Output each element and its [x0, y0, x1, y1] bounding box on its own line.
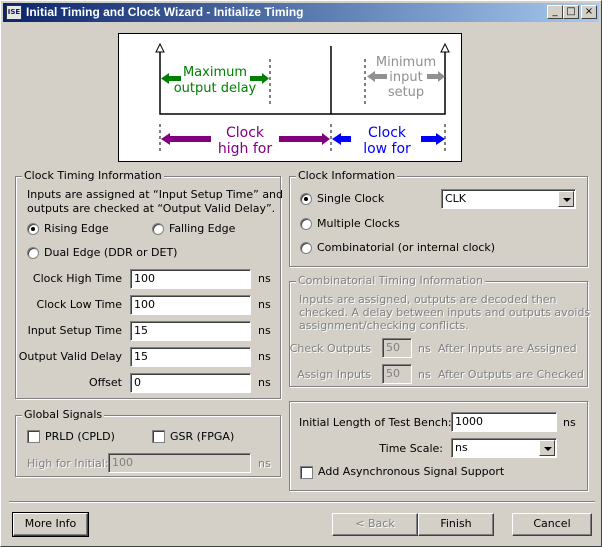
more-info-button[interactable]: More Info	[12, 512, 89, 537]
close-button[interactable]: ×	[581, 5, 597, 19]
min-input-setup-line1: Minimum	[376, 55, 436, 70]
time-scale-value: ns	[455, 441, 468, 454]
time-scale-label: Time Scale:	[379, 442, 443, 455]
timing-diagram-svg: Maximum output delay Minimum input setup…	[155, 42, 450, 157]
output-valid-delay-input[interactable]: 15	[130, 347, 251, 367]
back-button[interactable]: < Back	[332, 513, 418, 536]
rising-edge-marker-2	[440, 42, 450, 53]
app-icon: ISE	[6, 5, 22, 20]
clock-high-label-line2: high for	[218, 141, 272, 157]
clock-high-time-unit: ns	[258, 272, 271, 285]
input-setup-time-input[interactable]: 15	[130, 321, 251, 341]
prld-label[interactable]: PRLD (CPLD)	[45, 430, 115, 443]
clock-low-time-input[interactable]: 100	[130, 295, 251, 315]
rising-edge-label[interactable]: Rising Edge	[44, 222, 109, 235]
clock-low-label-line1: Clock	[368, 125, 407, 141]
multiple-clocks-label[interactable]: Multiple Clocks	[317, 217, 400, 230]
check-outputs-unit: ns	[418, 342, 431, 355]
maximize-icon: □	[566, 6, 576, 17]
comb-desc-line1: Inputs are assigned, outputs are decoded…	[299, 293, 557, 306]
clock-select-value: CLK	[445, 192, 467, 205]
offset-unit: ns	[258, 376, 271, 389]
minimize-button[interactable]: _	[547, 5, 563, 19]
test-bench-length-label: Initial Length of Test Bench:	[299, 416, 452, 429]
clock-timing-desc-line1: Inputs are assigned at “Input Setup Time…	[27, 188, 284, 201]
check-outputs-input[interactable]: 50	[382, 338, 412, 358]
cancel-button[interactable]: Cancel	[512, 513, 592, 536]
global-signals-group-label: Global Signals	[22, 408, 105, 421]
assign-inputs-label: Assign Inputs	[297, 368, 371, 381]
input-setup-time-label: Input Setup Time	[27, 324, 122, 337]
window-title: Initial Timing and Clock Wizard - Initia…	[26, 5, 304, 19]
high-for-initial-label: High for Initial:	[27, 457, 109, 470]
title-bar[interactable]: ISE Initial Timing and Clock Wizard - In…	[3, 3, 599, 22]
clock-high-label-line1: Clock	[226, 125, 265, 141]
chevron-down-icon[interactable]	[558, 191, 574, 207]
more-info-label: More Info	[24, 517, 77, 530]
single-clock-radio[interactable]	[300, 193, 312, 205]
waveform-high	[159, 46, 332, 115]
clock-high-time-input[interactable]: 100	[130, 269, 251, 289]
high-for-initial-input[interactable]: 100	[108, 453, 251, 473]
input-setup-time-unit: ns	[258, 324, 271, 337]
prld-checkbox[interactable]	[27, 430, 40, 443]
falling-edge-radio[interactable]	[152, 223, 164, 235]
clock-low-label-line2: low for	[363, 141, 411, 157]
single-clock-label[interactable]: Single Clock	[317, 192, 384, 205]
dual-edge-radio[interactable]	[27, 247, 39, 259]
clock-high-time-label: Clock High Time	[32, 272, 122, 285]
clock-low-time-label: Clock Low Time	[36, 298, 122, 311]
gsr-label[interactable]: GSR (FPGA)	[170, 430, 234, 443]
assign-inputs-input[interactable]: 50	[382, 364, 412, 384]
falling-edge-label[interactable]: Falling Edge	[169, 222, 235, 235]
check-outputs-after: After Inputs are Assigned	[438, 342, 577, 355]
offset-input[interactable]: 0	[130, 373, 251, 393]
clock-info-group-label: Clock Information	[296, 169, 398, 182]
max-output-delay-label-line1: Maximum	[183, 65, 247, 80]
wizard-window: ISE Initial Timing and Clock Wizard - In…	[0, 0, 602, 547]
check-outputs-label: Check Outputs	[289, 342, 371, 355]
max-output-delay-label-line2: output delay	[174, 81, 257, 96]
cancel-label: Cancel	[533, 517, 571, 530]
clock-select[interactable]: CLK	[441, 189, 576, 209]
comb-desc-line2: checked. A delay between inputs and outp…	[299, 306, 591, 319]
clock-timing-group-label: Clock Timing Information	[22, 169, 164, 182]
minimize-icon: _	[552, 6, 558, 17]
combinatorial-radio[interactable]	[300, 242, 312, 254]
comb-desc-line3: assignment/checking conflicts.	[299, 319, 469, 332]
async-signal-label[interactable]: Add Asynchronous Signal Support	[318, 465, 504, 478]
back-label: < Back	[355, 517, 395, 530]
comb-timing-group-label: Combinatorial Timing Information	[296, 274, 486, 287]
test-bench-length-unit: ns	[563, 416, 576, 429]
finish-button[interactable]: Finish	[418, 513, 494, 536]
timing-diagram: Maximum output delay Minimum input setup…	[118, 33, 462, 162]
chevron-down-icon[interactable]	[539, 440, 555, 456]
time-scale-select[interactable]: ns	[451, 438, 557, 458]
finish-label: Finish	[440, 517, 472, 530]
offset-label: Offset	[88, 376, 122, 389]
min-input-setup-line3: setup	[388, 85, 424, 100]
async-signal-checkbox[interactable]	[300, 466, 313, 479]
gsr-checkbox[interactable]	[152, 430, 165, 443]
close-icon: ×	[584, 6, 594, 17]
rising-edge-marker-1	[155, 42, 165, 53]
output-valid-delay-unit: ns	[258, 350, 271, 363]
rising-edge-radio[interactable]	[27, 223, 39, 235]
dual-edge-label[interactable]: Dual Edge (DDR or DET)	[44, 246, 177, 259]
assign-inputs-after: After Outputs are Checked	[438, 368, 584, 381]
bottom-separator	[9, 501, 595, 503]
clock-timing-desc-line2: outputs are checked at “Output Valid Del…	[27, 202, 276, 215]
min-input-setup-line2: input	[389, 70, 422, 85]
combinatorial-label[interactable]: Combinatorial (or internal clock)	[317, 241, 495, 254]
high-for-initial-unit: ns	[258, 457, 271, 470]
multiple-clocks-radio[interactable]	[300, 218, 312, 230]
output-valid-delay-label: Output Valid Delay	[18, 350, 122, 363]
test-bench-length-input[interactable]: 1000	[451, 412, 557, 432]
clock-low-time-unit: ns	[258, 298, 271, 311]
assign-inputs-unit: ns	[418, 368, 431, 381]
maximize-button[interactable]: □	[563, 5, 579, 19]
